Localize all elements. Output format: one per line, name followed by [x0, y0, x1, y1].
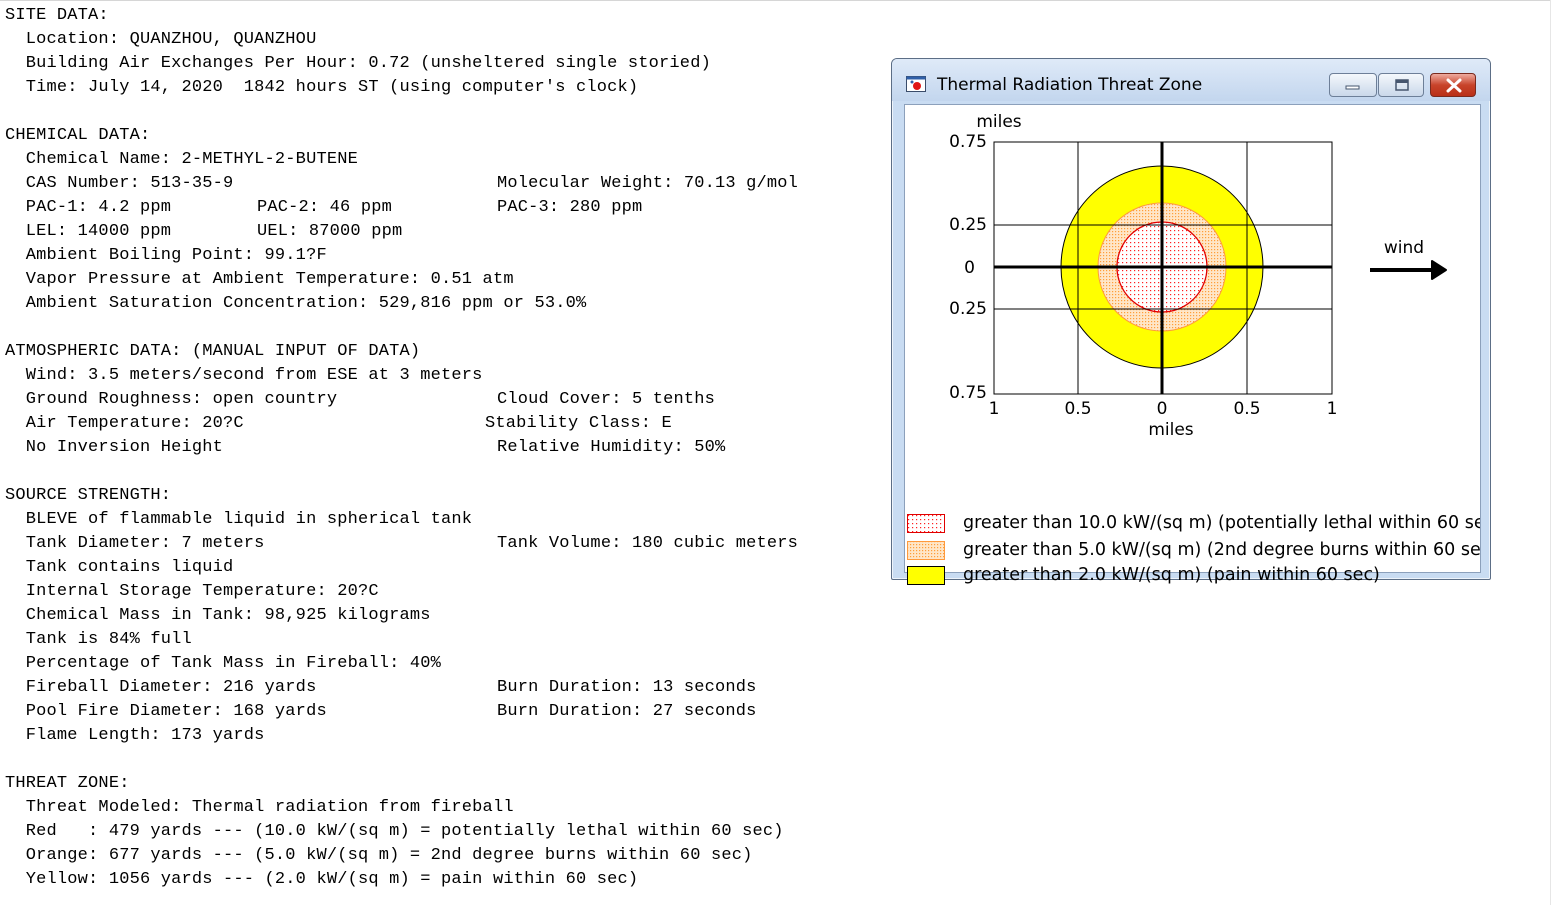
legend-label-yellow: greater than 2.0 kW/(sq m) (pain within … — [963, 565, 1380, 585]
close-icon — [1446, 78, 1462, 93]
maximize-icon — [1395, 79, 1409, 91]
chemical-data-heading: CHEMICAL DATA: — [5, 126, 151, 145]
y-tick-label: 0 — [964, 258, 975, 278]
vapor-pressure-line: Vapor Pressure at Ambient Temperature: 0… — [5, 270, 514, 289]
wind-arrow-icon — [1370, 260, 1447, 280]
stability-class-line: Stability Class: E — [485, 414, 672, 433]
pool-burn-duration-line: Burn Duration: 27 seconds — [497, 702, 757, 721]
minimize-icon — [1345, 85, 1360, 90]
tank-contents-line: Tank contains liquid — [5, 558, 234, 577]
red-legend-swatch — [907, 514, 945, 533]
time-line: Time: July 14, 2020 1842 hours ST (using… — [5, 78, 639, 97]
air-temperature-line: Air Temperature: 20?C — [5, 414, 244, 433]
yellow-zone-line: Yellow: 1056 yards --- (2.0 kW/(sq m) = … — [5, 870, 639, 889]
threat-zone-heading: THREAT ZONE: — [5, 774, 130, 793]
site-data-heading: SITE DATA: — [5, 6, 109, 25]
molecular-weight-line: Molecular Weight: 70.13 g/mol — [497, 174, 799, 193]
x-tick-label: 0.5 — [1233, 399, 1260, 419]
threat-zone-app-icon — [906, 76, 926, 92]
orange-zone-line: Orange: 677 yards --- (5.0 kW/(sq m) = 2… — [5, 846, 753, 865]
wind-line: Wind: 3.5 meters/second from ESE at 3 me… — [5, 366, 483, 385]
cloud-cover-line: Cloud Cover: 5 tenths — [497, 390, 716, 409]
top-border — [0, 0, 1551, 1]
yellow-legend-swatch — [907, 566, 945, 585]
threat-zone-window[interactable]: Thermal Radiation Threat Zone miles 0.75… — [891, 58, 1491, 585]
x-tick-label: 0.5 — [1064, 399, 1091, 419]
wind-label: wind — [1384, 238, 1424, 258]
lel-line: LEL: 14000 ppm — [5, 222, 172, 241]
window-title: Thermal Radiation Threat Zone — [937, 75, 1203, 95]
x-tick-label: 1 — [989, 399, 1000, 419]
chemical-name-line: Chemical Name: 2-METHYL-2-BUTENE — [5, 150, 358, 169]
relative-humidity-line: Relative Humidity: 50% — [497, 438, 726, 457]
pool-fire-diameter-line: Pool Fire Diameter: 168 yards — [5, 702, 327, 721]
fireball-burn-duration-line: Burn Duration: 13 seconds — [497, 678, 757, 697]
y-tick-label: 0.75 — [949, 132, 987, 152]
cas-number-line: CAS Number: 513-35-9 — [5, 174, 234, 193]
ground-roughness-line: Ground Roughness: open country — [5, 390, 338, 409]
window-titlebar[interactable]: Thermal Radiation Threat Zone — [892, 59, 1490, 101]
tank-volume-line: Tank Volume: 180 cubic meters — [497, 534, 799, 553]
legend-label-red: greater than 10.0 kW/(sq m) (potentially… — [963, 513, 1480, 533]
uel-line: UEL: 87000 ppm — [257, 222, 403, 241]
y-axis-unit-label: miles — [976, 112, 1021, 132]
window-client-area: miles 0.75 0.25 0 0.25 0.75 1 0.5 0 0.5 — [904, 104, 1481, 585]
x-tick-label: 0 — [1157, 399, 1168, 419]
pac2-line: PAC-2: 46 ppm — [257, 198, 392, 217]
threat-zone-plot: miles 0.75 0.25 0 0.25 0.75 1 0.5 0 0.5 — [949, 112, 1447, 440]
y-tick-label: 0.25 — [949, 299, 987, 319]
boiling-point-line: Ambient Boiling Point: 99.1?F — [5, 246, 327, 265]
x-axis-unit-label: miles — [1148, 420, 1193, 440]
close-button[interactable] — [1430, 73, 1476, 97]
atmospheric-data-heading: ATMOSPHERIC DATA: (MANUAL INPUT OF DATA) — [5, 342, 421, 361]
x-tick-label: 1 — [1327, 399, 1338, 419]
orange-legend-swatch — [907, 541, 945, 560]
flame-length-line: Flame Length: 173 yards — [5, 726, 265, 745]
bleve-line: BLEVE of flammable liquid in spherical t… — [5, 510, 473, 529]
pac3-line: PAC-3: 280 ppm — [497, 198, 643, 217]
pac1-line: PAC-1: 4.2 ppm — [5, 198, 172, 217]
tank-diameter-line: Tank Diameter: 7 meters — [5, 534, 265, 553]
legend-item-red: greater than 10.0 kW/(sq m) (potentially… — [905, 511, 1480, 535]
air-exchanges-line: Building Air Exchanges Per Hour: 0.72 (u… — [5, 54, 711, 73]
location-line: Location: QUANZHOU, QUANZHOU — [5, 30, 317, 49]
y-tick-label: 0.75 — [949, 383, 987, 403]
minimize-button[interactable] — [1329, 73, 1377, 97]
tank-full-line: Tank is 84% full — [5, 630, 192, 649]
legend-item-yellow: greater than 2.0 kW/(sq m) (pain within … — [905, 563, 1480, 587]
chemical-mass-line: Chemical Mass in Tank: 98,925 kilograms — [5, 606, 431, 625]
source-strength-heading: SOURCE STRENGTH: — [5, 486, 172, 505]
fireball-diameter-line: Fireball Diameter: 216 yards — [5, 678, 317, 697]
red-zone-line: Red : 479 yards --- (10.0 kW/(sq m) = po… — [5, 822, 784, 841]
threat-modeled-line: Threat Modeled: Thermal radiation from f… — [5, 798, 514, 817]
legend-item-orange: greater than 5.0 kW/(sq m) (2nd degree b… — [905, 538, 1480, 562]
saturation-line: Ambient Saturation Concentration: 529,81… — [5, 294, 587, 313]
fireball-percentage-line: Percentage of Tank Mass in Fireball: 40% — [5, 654, 442, 673]
maximize-button[interactable] — [1378, 73, 1424, 97]
y-tick-label: 0.25 — [949, 215, 987, 235]
legend-label-orange: greater than 5.0 kW/(sq m) (2nd degree b… — [963, 540, 1480, 560]
storage-temperature-line: Internal Storage Temperature: 20?C — [5, 582, 379, 601]
inversion-height-line: No Inversion Height — [5, 438, 224, 457]
